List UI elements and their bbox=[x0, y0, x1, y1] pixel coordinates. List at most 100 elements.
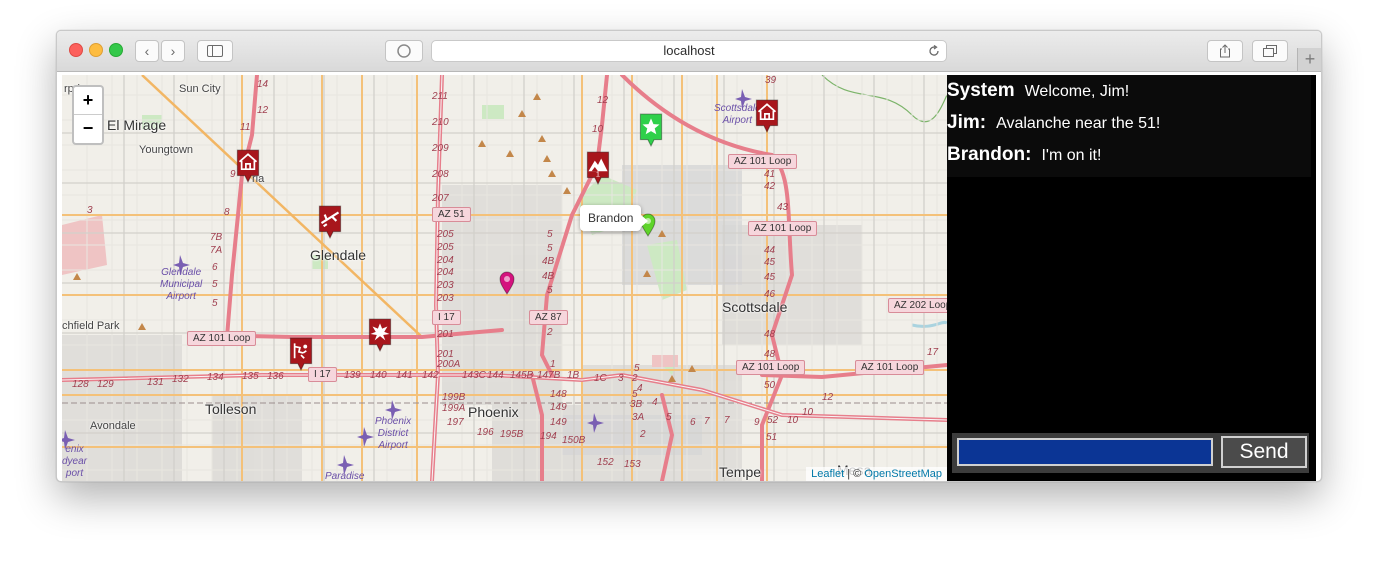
svg-text:4B: 4B bbox=[542, 256, 555, 267]
map-marker-house[interactable] bbox=[754, 99, 780, 134]
svg-text:200A: 200A bbox=[436, 359, 461, 370]
svg-text:209: 209 bbox=[431, 143, 449, 154]
svg-text:140: 140 bbox=[370, 370, 387, 381]
map-marker-avalanche[interactable]: 1 bbox=[585, 151, 611, 186]
svg-text:5: 5 bbox=[212, 279, 218, 290]
send-button[interactable]: Send bbox=[1221, 436, 1307, 468]
svg-text:6: 6 bbox=[212, 262, 218, 273]
svg-text:211: 211 bbox=[431, 91, 448, 102]
svg-text:203: 203 bbox=[436, 280, 454, 291]
reload-icon[interactable] bbox=[928, 45, 940, 57]
back-button[interactable]: ‹ bbox=[135, 40, 159, 62]
svg-text:6: 6 bbox=[690, 417, 696, 428]
sidebar-toggle-button[interactable] bbox=[197, 40, 233, 62]
svg-text:196: 196 bbox=[477, 427, 494, 438]
place-label: Youngtown bbox=[139, 144, 194, 156]
svg-text:128: 128 bbox=[72, 379, 89, 390]
new-tab-button[interactable]: + bbox=[1297, 48, 1321, 71]
house-icon bbox=[236, 149, 260, 184]
svg-text:194: 194 bbox=[540, 431, 557, 442]
map-view[interactable]: 14 12 11 9 8 7B 7A 6 5 5 3 128 129 131 132 134 135 136 139… bbox=[62, 75, 947, 481]
tabs-overview-button[interactable] bbox=[1252, 40, 1288, 62]
zoom-window-button[interactable] bbox=[109, 43, 123, 57]
map-marker-star[interactable] bbox=[638, 113, 664, 148]
svg-text:17: 17 bbox=[927, 347, 939, 358]
zoom-control: + − bbox=[72, 85, 104, 145]
url-text: localhost bbox=[663, 43, 715, 58]
tabs-icon bbox=[1263, 45, 1277, 57]
place-label: Phoenix bbox=[468, 404, 519, 420]
svg-text:5: 5 bbox=[634, 363, 640, 374]
svg-text:132: 132 bbox=[172, 374, 189, 385]
svg-text:7B: 7B bbox=[210, 232, 223, 243]
zoom-out-button[interactable]: − bbox=[74, 114, 102, 142]
openstreetmap-link[interactable]: OpenStreetMap bbox=[864, 468, 942, 480]
road-shield: AZ 101 Loop bbox=[736, 360, 806, 375]
address-bar[interactable]: localhost bbox=[431, 40, 947, 62]
map-marker-explosion[interactable] bbox=[367, 318, 393, 353]
place-label: Glendale bbox=[310, 247, 367, 263]
chat-message: System Welcome, Jim! bbox=[947, 75, 1311, 107]
place-label: Avondale bbox=[90, 420, 136, 432]
forward-button[interactable]: › bbox=[161, 40, 185, 62]
svg-text:39: 39 bbox=[765, 75, 777, 86]
svg-text:45: 45 bbox=[764, 272, 776, 283]
svg-text:5: 5 bbox=[547, 243, 553, 254]
share-icon bbox=[1220, 44, 1230, 58]
cliff-fall-icon bbox=[289, 337, 313, 372]
svg-text:199A: 199A bbox=[442, 403, 466, 414]
map-marker-cliff-fall[interactable] bbox=[288, 337, 314, 372]
svg-text:208: 208 bbox=[431, 169, 449, 180]
browser-toolbar: ‹ › localhost + bbox=[57, 31, 1321, 72]
chat-message-input[interactable] bbox=[957, 438, 1213, 466]
svg-text:1: 1 bbox=[550, 359, 556, 370]
chat-message: Jim: Avalanche near the 51! bbox=[947, 107, 1311, 139]
message-text: I'm on it! bbox=[1041, 147, 1102, 164]
user-pin-icon bbox=[499, 271, 515, 295]
map-marker-user-pin[interactable] bbox=[499, 271, 515, 295]
map-marker-airplane[interactable] bbox=[317, 205, 343, 240]
svg-text:7A: 7A bbox=[210, 245, 223, 256]
explosion-icon bbox=[368, 318, 392, 353]
minimize-window-button[interactable] bbox=[89, 43, 103, 57]
svg-text:139: 139 bbox=[344, 370, 361, 381]
svg-text:143C: 143C bbox=[462, 370, 487, 381]
svg-text:150B: 150B bbox=[562, 435, 586, 446]
svg-text:14: 14 bbox=[257, 79, 269, 90]
svg-text:10: 10 bbox=[592, 124, 604, 135]
svg-text:153: 153 bbox=[624, 459, 641, 470]
svg-text:44: 44 bbox=[764, 245, 776, 256]
svg-text:210: 210 bbox=[431, 117, 449, 128]
place-label: El Mirage bbox=[107, 117, 167, 133]
map-marker-house[interactable] bbox=[235, 149, 261, 184]
road-shield: AZ 87 bbox=[529, 310, 568, 325]
svg-text:4: 4 bbox=[652, 397, 658, 408]
svg-text:148: 148 bbox=[550, 389, 567, 400]
svg-text:201: 201 bbox=[436, 329, 454, 340]
place-label: Sun City bbox=[179, 83, 221, 95]
close-window-button[interactable] bbox=[69, 43, 83, 57]
popup-label: Brandon bbox=[588, 211, 634, 225]
svg-text:199B: 199B bbox=[442, 392, 466, 403]
loading-circle-icon bbox=[397, 44, 411, 58]
svg-text:43: 43 bbox=[777, 202, 789, 213]
house-icon bbox=[755, 99, 779, 134]
chat-message: Brandon: I'm on it! bbox=[947, 139, 1311, 171]
share-button[interactable] bbox=[1207, 40, 1243, 62]
sidebar-icon bbox=[207, 45, 223, 57]
extensions-button[interactable] bbox=[385, 40, 423, 62]
svg-text:135: 135 bbox=[242, 371, 259, 382]
zoom-in-button[interactable]: + bbox=[74, 87, 102, 114]
svg-text:3A: 3A bbox=[632, 412, 645, 423]
svg-text:149: 149 bbox=[550, 402, 567, 413]
leaflet-link[interactable]: Leaflet bbox=[811, 468, 844, 480]
airport-label: Paradise bbox=[325, 471, 365, 481]
chevron-left-icon: ‹ bbox=[144, 43, 150, 59]
svg-text:7: 7 bbox=[724, 415, 730, 426]
road-shield: AZ 101 Loop bbox=[748, 221, 818, 236]
svg-text:5: 5 bbox=[632, 389, 638, 400]
svg-text:204: 204 bbox=[436, 255, 454, 266]
svg-text:10: 10 bbox=[802, 407, 814, 418]
road-shield: AZ 202 Loop bbox=[888, 298, 947, 313]
svg-text:152: 152 bbox=[597, 457, 614, 468]
